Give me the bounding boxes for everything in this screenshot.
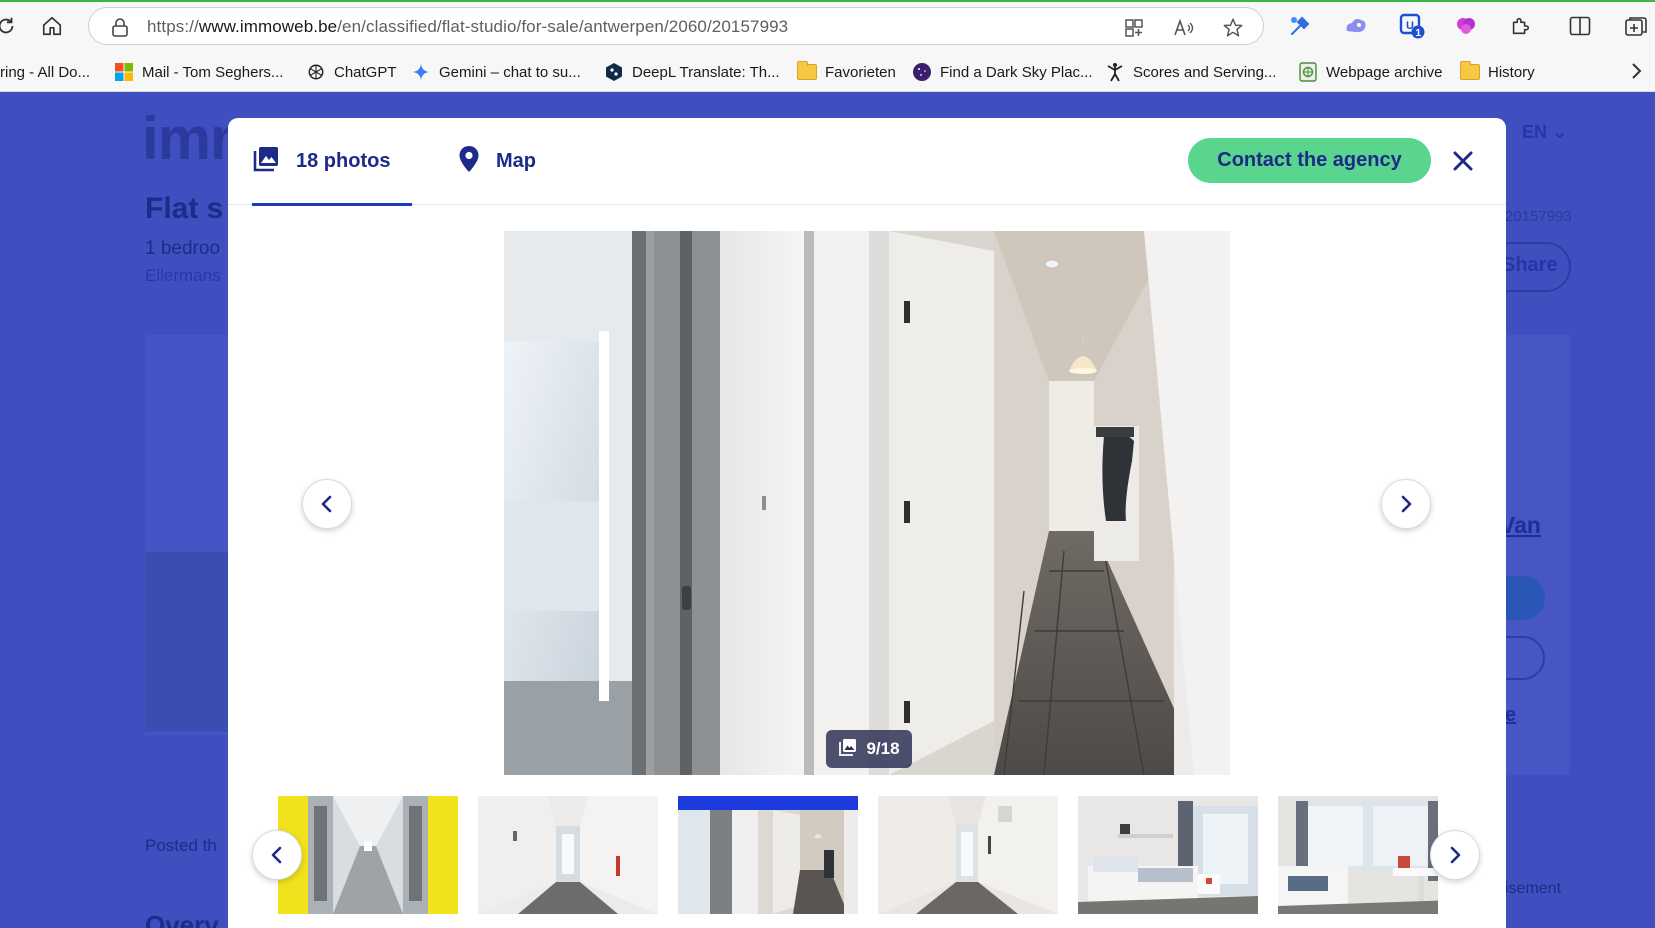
address-bar[interactable]: https://www.immoweb.be/en/classified/fla… bbox=[88, 7, 1264, 45]
bookmark-item[interactable]: Find a Dark Sky Plac... bbox=[912, 61, 1093, 83]
tab-map-label: Map bbox=[496, 150, 536, 172]
url-text[interactable]: https://www.immoweb.be/en/classified/fla… bbox=[147, 17, 788, 37]
tab-map[interactable]: Map bbox=[458, 118, 536, 205]
thumbnail[interactable] bbox=[878, 796, 1058, 914]
url-prefix: https:// bbox=[147, 17, 199, 36]
next-photo-button[interactable] bbox=[1381, 479, 1431, 529]
listing-title: Flat s bbox=[145, 192, 224, 225]
split-screen-icon[interactable] bbox=[1566, 12, 1594, 40]
collections-icon[interactable] bbox=[1622, 12, 1650, 40]
bookmark-item[interactable]: Mail - Tom Seghers... bbox=[114, 61, 283, 83]
browser-toolbar: https://www.immoweb.be/en/classified/fla… bbox=[0, 0, 1655, 52]
photos-icon bbox=[838, 737, 858, 762]
page-load-line bbox=[0, 0, 1655, 2]
darksky-icon bbox=[912, 62, 932, 82]
agency-more-link[interactable]: e bbox=[1505, 704, 1516, 727]
listing-address: Ellermans bbox=[145, 266, 221, 285]
favorite-star-icon[interactable] bbox=[1222, 17, 1244, 39]
bookmark-label: DeepL Translate: Th... bbox=[632, 63, 780, 81]
bookmark-label: Scores and Serving... bbox=[1133, 63, 1277, 81]
archive-icon bbox=[1298, 62, 1318, 82]
bookmark-label: Mail - Tom Seghers... bbox=[142, 63, 284, 81]
bookmark-item[interactable]: Scores and Serving... bbox=[1105, 61, 1276, 83]
person-icon bbox=[1105, 62, 1125, 82]
folder-icon bbox=[797, 61, 817, 82]
close-icon[interactable] bbox=[1446, 144, 1480, 178]
extension-badge-count: 1 bbox=[1416, 28, 1422, 39]
thumbnail[interactable] bbox=[478, 796, 658, 914]
gemini-icon bbox=[411, 62, 431, 82]
thumbnails-next-button[interactable] bbox=[1430, 830, 1480, 880]
modal-header: 18 photos Map Contact the agency bbox=[228, 118, 1506, 206]
lock-icon[interactable] bbox=[111, 17, 129, 42]
contact-agency-button[interactable]: Contact the agency bbox=[1188, 138, 1431, 183]
thumbnail[interactable] bbox=[278, 796, 458, 914]
thumbnail[interactable] bbox=[1078, 796, 1258, 914]
url-path: /en/classified/flat-studio/for-sale/antw… bbox=[337, 17, 789, 36]
microsoft-icon bbox=[114, 62, 134, 82]
chevron-left-icon bbox=[321, 495, 332, 513]
bookmark-item[interactable]: Webpage archive bbox=[1298, 61, 1442, 83]
bookmark-label: ring - All Do... bbox=[0, 63, 91, 81]
chevron-right-icon[interactable] bbox=[1629, 61, 1643, 86]
app-grid-icon[interactable] bbox=[1123, 17, 1145, 39]
gallery-preview-building bbox=[145, 552, 235, 732]
main-photo[interactable] bbox=[504, 231, 1230, 775]
listing-subtitle: 1 bedroo bbox=[145, 238, 221, 259]
thumbnails-previous-button[interactable] bbox=[252, 830, 302, 880]
extension-brain-icon[interactable] bbox=[1452, 12, 1480, 40]
deepl-icon bbox=[604, 62, 624, 82]
chatgpt-icon bbox=[306, 62, 326, 82]
chevron-right-icon bbox=[1450, 846, 1461, 864]
overview-heading: Overv bbox=[145, 910, 219, 928]
bookmark-item[interactable]: Gemini – chat to su... bbox=[411, 61, 581, 83]
extensions-puzzle-icon[interactable] bbox=[1506, 12, 1534, 40]
read-aloud-icon[interactable] bbox=[1173, 17, 1195, 39]
bookmark-label: Find a Dark Sky Plac... bbox=[940, 63, 1093, 81]
photo-counter: 9/18 bbox=[826, 730, 912, 768]
extension-badge-icon[interactable]: U1 bbox=[1398, 12, 1426, 40]
extension-tool-icon[interactable] bbox=[1286, 12, 1314, 40]
bookmark-label: History bbox=[1488, 63, 1535, 81]
map-pin-icon bbox=[458, 145, 480, 178]
share-label: Share bbox=[1502, 254, 1558, 276]
bookmark-item[interactable]: DeepL Translate: Th... bbox=[604, 61, 780, 83]
bookmarks-bar: ring - All Do... Mail - Tom Seghers... C… bbox=[0, 52, 1655, 92]
bookmark-folder[interactable]: History bbox=[1460, 61, 1535, 83]
previous-photo-button[interactable] bbox=[302, 479, 352, 529]
chevron-right-icon bbox=[1401, 495, 1412, 513]
bookmark-label: Favorieten bbox=[825, 63, 896, 81]
home-icon[interactable] bbox=[38, 12, 66, 40]
language-selector[interactable]: EN ⌄ bbox=[1522, 122, 1567, 143]
refresh-icon[interactable] bbox=[0, 12, 20, 40]
photo-counter-text: 9/18 bbox=[866, 739, 900, 758]
tab-photos[interactable]: 18 photos bbox=[252, 118, 412, 206]
folder-icon bbox=[1460, 61, 1480, 82]
photo-gallery-modal: 18 photos Map Contact the agency 9/18 bbox=[228, 118, 1506, 928]
agency-link[interactable]: Van bbox=[1500, 512, 1541, 539]
bookmark-label: ChatGPT bbox=[334, 63, 397, 81]
bookmark-item[interactable]: ring - All Do... bbox=[0, 61, 90, 83]
bookmark-item[interactable]: ChatGPT bbox=[306, 61, 397, 83]
posted-date: Posted th bbox=[145, 836, 217, 855]
thumbnail[interactable] bbox=[1278, 796, 1438, 914]
bookmark-label: Gemini – chat to su... bbox=[439, 63, 581, 81]
thumbnail-current[interactable] bbox=[678, 796, 858, 914]
bookmark-label: Webpage archive bbox=[1326, 63, 1443, 81]
chevron-left-icon bbox=[271, 846, 282, 864]
tab-photos-label: 18 photos bbox=[296, 150, 391, 172]
thumbnail-strip bbox=[278, 796, 1438, 914]
language-label: EN bbox=[1522, 122, 1548, 142]
listing-reference: 20157993 bbox=[1505, 208, 1572, 225]
url-host: www.immoweb.be bbox=[198, 17, 338, 36]
photos-icon bbox=[252, 145, 280, 178]
bookmark-folder[interactable]: Favorieten bbox=[797, 61, 896, 83]
extension-cloud-icon[interactable] bbox=[1342, 12, 1370, 40]
advertisement-label: isement bbox=[1505, 880, 1562, 897]
